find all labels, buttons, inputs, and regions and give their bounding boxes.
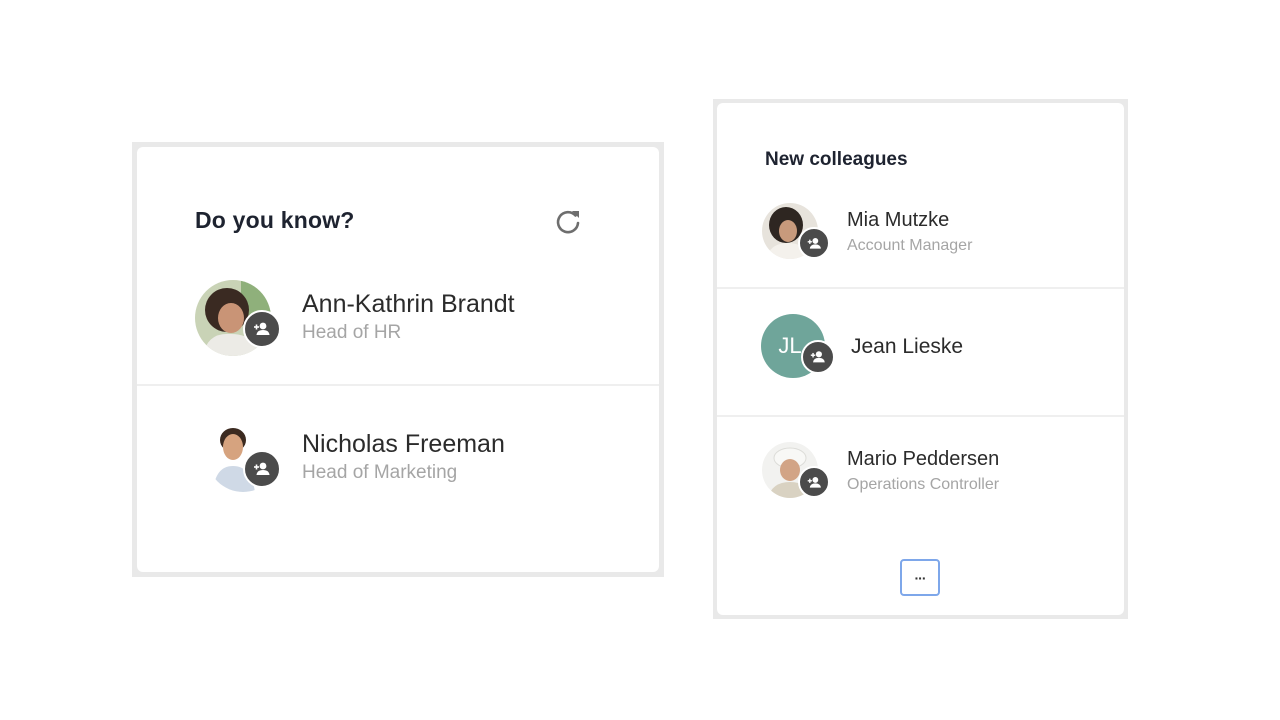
row-divider (717, 287, 1124, 289)
row-divider (137, 384, 659, 386)
new-colleagues-card: New colleagues Mia Mutzke Account Manage… (717, 103, 1124, 615)
list-item[interactable]: Nicholas Freeman Head of Marketing (195, 420, 615, 500)
more-button[interactable]: ··· (900, 559, 940, 596)
list-item[interactable]: Ann-Kathrin Brandt Head of HR (195, 280, 615, 360)
person-role: Head of HR (302, 322, 402, 343)
new-colleagues-title: New colleagues (765, 149, 908, 170)
person-name: Mario Peddersen (847, 448, 1000, 470)
add-person-icon[interactable] (801, 340, 835, 374)
add-person-icon[interactable] (243, 450, 281, 488)
list-item[interactable]: Mario Peddersen Operations Controller (762, 442, 1082, 506)
person-name: Nicholas Freeman (302, 430, 505, 458)
add-person-icon[interactable] (798, 466, 830, 498)
person-role: Head of Marketing (302, 462, 458, 483)
list-item[interactable]: Mia Mutzke Account Manager (762, 203, 1082, 267)
person-role: Operations Controller (847, 476, 1000, 493)
refresh-icon[interactable] (551, 205, 585, 239)
do-you-know-title: Do you know? (195, 207, 355, 233)
add-person-icon[interactable] (243, 310, 281, 348)
do-you-know-card: Do you know? Ann-Kathrin Brandt Head of … (137, 147, 659, 572)
add-person-icon[interactable] (798, 227, 830, 259)
person-name: Ann-Kathrin Brandt (302, 290, 515, 318)
list-item[interactable]: JL Jean Lieske (761, 314, 1081, 384)
person-role: Account Manager (847, 237, 973, 254)
row-divider (717, 415, 1124, 417)
avatar-initials: JL (778, 333, 802, 358)
person-name: Jean Lieske (851, 335, 964, 358)
person-name: Mia Mutzke (847, 209, 950, 231)
new-colleagues-card-frame: New colleagues Mia Mutzke Account Manage… (713, 99, 1128, 619)
do-you-know-card-frame: Do you know? Ann-Kathrin Brandt Head of … (132, 142, 664, 577)
